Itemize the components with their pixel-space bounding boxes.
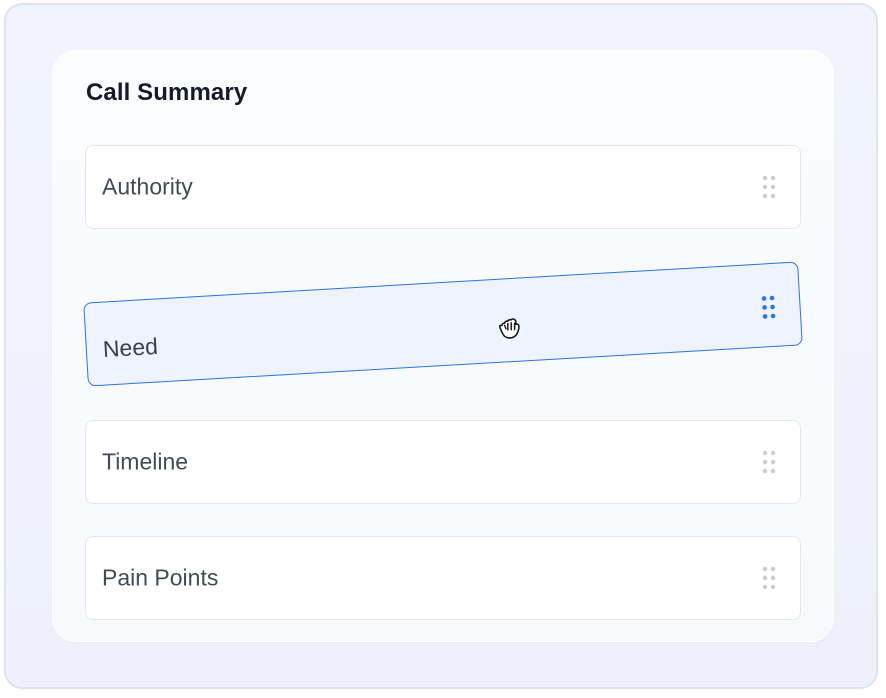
list-item-pain-points[interactable]: Pain Points [85,536,801,620]
drag-handle-icon[interactable] [762,175,776,199]
grab-hand-cursor-icon [495,312,527,344]
list-item-label: Authority [102,173,193,200]
list-item-label: Pain Points [102,564,219,591]
list-item-label: Timeline [102,448,189,475]
panel-title: Call Summary [86,79,248,106]
list-item-timeline[interactable]: Timeline [85,420,801,504]
list-item-label: Need [102,332,159,362]
drag-handle-icon[interactable] [761,294,776,319]
drag-handle-icon[interactable] [762,566,776,590]
list-item-authority[interactable]: Authority [85,145,801,229]
drag-handle-icon[interactable] [762,450,776,474]
